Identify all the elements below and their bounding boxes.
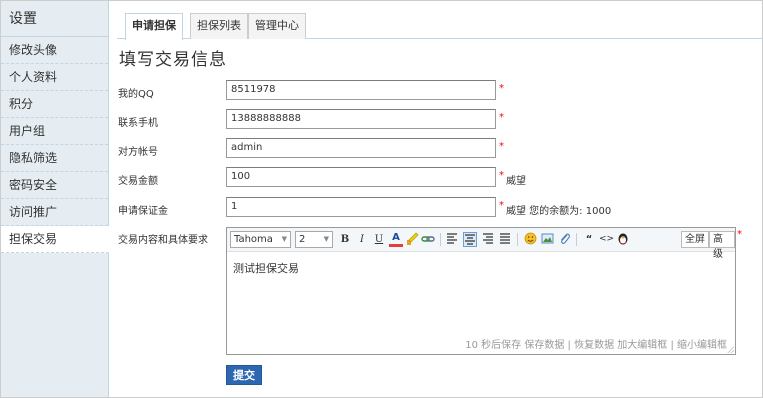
required-mark: * [499,170,504,181]
fullscreen-button[interactable]: 全屏 [681,231,709,248]
bold-button[interactable]: B [338,232,352,247]
tab-apply-escrow[interactable]: 申请担保 [125,13,183,40]
sidebar-item-privacy[interactable]: 隐私筛选 [1,145,108,172]
amount-field[interactable]: 100 [226,167,496,187]
deposit-field[interactable]: 1 [226,197,496,217]
content-label: 交易内容和具体要求 [118,235,208,246]
sidebar-item-profile[interactable]: 个人资料 [1,64,108,91]
sidebar-item-usergroup[interactable]: 用户组 [1,118,108,145]
attachment-icon[interactable] [557,232,571,247]
qq-label: 我的QQ [118,89,154,100]
italic-button[interactable]: I [355,232,369,247]
tab-escrow-list[interactable]: 担保列表 [190,13,248,39]
chevron-down-icon: ▼ [323,235,329,243]
account-field[interactable]: admin [226,138,496,158]
advanced-mode-button[interactable]: 高级 [709,231,735,260]
tab-bar: 申请担保 担保列表 管理中心 [117,13,763,40]
font-family-value: Tahoma [234,234,273,245]
editor-content[interactable]: 测试担保交易 [233,260,299,276]
quote-button[interactable]: “ [582,232,596,247]
required-mark: * [499,83,504,94]
required-mark: * [499,200,504,211]
resize-grip-icon[interactable] [727,346,734,353]
chevron-down-icon: ▼ [281,235,287,243]
required-mark: * [737,229,742,240]
sidebar-item-escrow[interactable]: 担保交易 [1,226,109,253]
amount-unit: 威望 [506,176,526,187]
align-justify-icon[interactable] [498,232,512,247]
required-mark: * [499,141,504,152]
phone-field[interactable]: 13888888888 [226,109,496,129]
sidebar-item-password[interactable]: 密码安全 [1,172,108,199]
rich-text-editor: Tahoma ▼ 2 ▼ B I U A “ <> 全屏 高级 测试担保交易 1… [226,227,736,355]
editor-status-bar[interactable]: 10 秒后保存 保存数据 | 恢复数据 加大编辑框 | 缩小编辑框 [465,336,727,351]
code-button[interactable]: <> [599,232,614,247]
highlight-icon[interactable] [405,232,419,247]
toolbar-divider [576,233,577,246]
tab-management[interactable]: 管理中心 [248,13,306,39]
sidebar-item-credits[interactable]: 积分 [1,91,108,118]
sidebar: 设置 修改头像 个人资料 积分 用户组 隐私筛选 密码安全 访问推广 担保交易 [1,1,109,397]
smiley-icon[interactable] [523,232,537,247]
font-family-select[interactable]: Tahoma ▼ [230,231,291,248]
account-label: 对方帐号 [118,147,158,158]
toolbar-divider [517,233,518,246]
align-left-icon[interactable] [445,232,459,247]
page-title: 填写交易信息 [119,50,227,70]
deposit-balance-note: 威望 您的余额为: 1000 [506,206,612,217]
align-right-icon[interactable] [481,232,495,247]
fore-color-button[interactable]: A [389,232,403,247]
sidebar-item-avatar[interactable]: 修改头像 [1,37,108,64]
toolbar-divider [440,233,441,246]
image-icon[interactable] [540,232,554,247]
sidebar-item-promotion[interactable]: 访问推广 [1,199,108,226]
underline-button[interactable]: U [372,232,386,247]
deposit-label: 申请保证金 [118,206,168,217]
font-size-value: 2 [299,234,306,245]
main-content: 申请担保 担保列表 管理中心 填写交易信息 我的QQ 8511978 * 联系手… [109,1,763,397]
qq-field[interactable]: 8511978 [226,80,496,100]
submit-button[interactable]: 提交 [226,365,262,385]
sidebar-title: 设置 [1,1,108,37]
phone-label: 联系手机 [118,118,158,129]
amount-label: 交易金额 [118,176,158,187]
link-icon[interactable] [421,232,435,247]
qq-penguin-icon[interactable] [616,232,630,247]
font-size-select[interactable]: 2 ▼ [295,231,333,248]
align-center-icon[interactable] [463,232,477,247]
required-mark: * [499,112,504,123]
settings-page: 设置 修改头像 个人资料 积分 用户组 隐私筛选 密码安全 访问推广 担保交易 … [0,0,763,398]
editor-toolbar: Tahoma ▼ 2 ▼ B I U A “ <> 全屏 高级 [227,228,735,260]
